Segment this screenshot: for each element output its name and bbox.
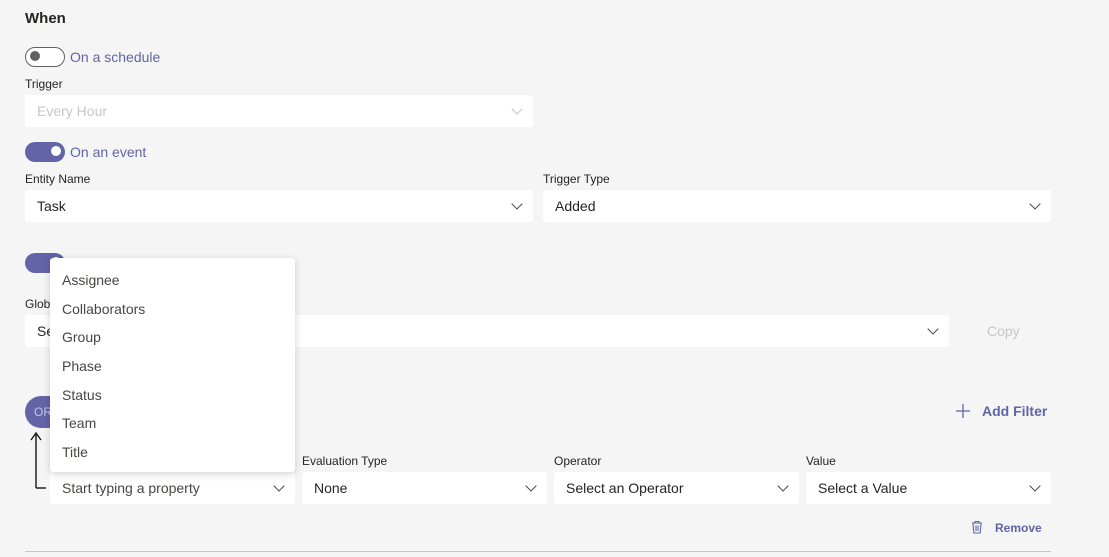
chevron-down-icon — [1029, 480, 1041, 492]
chevron-down-icon — [511, 198, 523, 210]
dropdown-option[interactable]: Status — [62, 387, 102, 403]
divider — [25, 551, 1051, 552]
property-placeholder: Start typing a property — [62, 480, 200, 496]
value-label: Value — [806, 454, 836, 468]
chevron-down-icon — [777, 480, 789, 492]
chevron-down-icon — [927, 323, 939, 335]
trigger-type-label: Trigger Type — [543, 172, 610, 186]
property-dropdown: Assignee Collaborators Group Phase Statu… — [50, 258, 295, 472]
dropdown-option[interactable]: Group — [62, 329, 101, 345]
evaluation-type-select[interactable]: None — [302, 472, 547, 504]
value-value: Select a Value — [818, 480, 908, 496]
dropdown-option[interactable]: Team — [62, 415, 96, 431]
event-toggle[interactable] — [25, 142, 65, 162]
entity-name-value: Task — [37, 198, 66, 214]
dropdown-option[interactable]: Assignee — [62, 272, 120, 288]
trigger-type-select[interactable]: Added — [543, 190, 1051, 222]
property-input[interactable]: Start typing a property — [50, 472, 295, 504]
trigger-value: Every Hour — [37, 103, 108, 119]
dropdown-option[interactable]: Phase — [62, 358, 102, 374]
trash-icon — [972, 520, 982, 534]
trigger-type-value: Added — [555, 198, 596, 214]
operator-value: Select an Operator — [566, 480, 684, 496]
toggle-knob — [51, 146, 61, 156]
evaluation-type-label: Evaluation Type — [302, 454, 388, 468]
entity-name-select[interactable]: Task — [25, 190, 533, 222]
schedule-toggle-label: On a schedule — [70, 49, 161, 65]
event-toggle-label: On an event — [70, 144, 147, 160]
dropdown-option[interactable]: Title — [62, 444, 88, 460]
evaluation-type-value: None — [314, 480, 348, 496]
copy-button[interactable]: Copy — [987, 323, 1020, 339]
global-label: Glob — [25, 297, 51, 311]
chevron-down-icon — [273, 480, 285, 492]
value-select[interactable]: Select a Value — [806, 472, 1051, 504]
add-filter-label: Add Filter — [982, 403, 1048, 419]
operator-select[interactable]: Select an Operator — [554, 472, 799, 504]
trigger-select: Every Hour — [25, 95, 533, 127]
dropdown-option[interactable]: Collaborators — [62, 301, 145, 317]
plus-icon — [956, 404, 970, 418]
connector-arrow-icon — [30, 431, 46, 489]
toggle-knob — [30, 51, 40, 61]
chevron-down-icon — [525, 480, 537, 492]
section-title: When — [25, 10, 66, 27]
schedule-toggle[interactable] — [25, 47, 65, 67]
remove-label: Remove — [995, 521, 1042, 535]
chevron-down-icon — [511, 103, 523, 115]
operator-label: Operator — [554, 454, 602, 468]
trigger-label: Trigger — [25, 77, 63, 91]
chevron-down-icon — [1029, 198, 1041, 210]
entity-name-label: Entity Name — [25, 172, 91, 186]
